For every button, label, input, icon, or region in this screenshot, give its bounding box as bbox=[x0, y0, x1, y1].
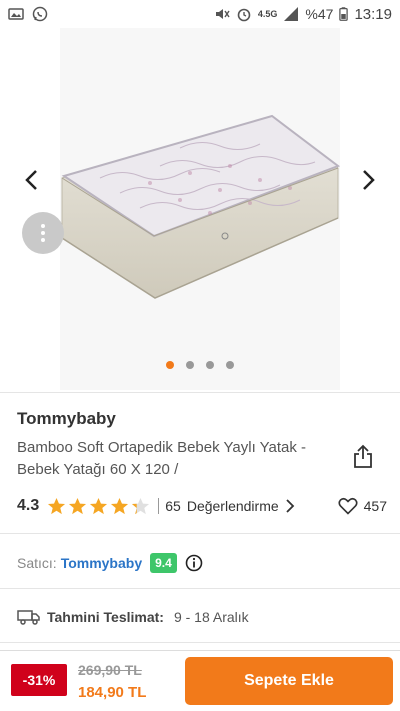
product-title: Bamboo Soft Ortapedik Bebek Yaylı Yatak … bbox=[17, 439, 307, 478]
divider bbox=[0, 588, 400, 589]
chevron-right-icon bbox=[363, 170, 375, 190]
divider bbox=[0, 392, 400, 393]
rating-value: 4.3 bbox=[17, 497, 40, 514]
share-icon[interactable] bbox=[350, 443, 376, 469]
discount-badge: -31% bbox=[11, 664, 67, 696]
review-count[interactable]: 65 bbox=[165, 498, 181, 514]
delivery-date: 9 - 18 Aralık bbox=[173, 609, 249, 625]
more-dot-icon bbox=[41, 224, 45, 228]
seller-row: Satıcı: Tommybaby 9.4 bbox=[17, 551, 203, 575]
chevron-right-icon[interactable] bbox=[285, 499, 295, 513]
pagination-dot-4[interactable] bbox=[226, 361, 234, 369]
pagination-dot-1[interactable] bbox=[166, 361, 174, 369]
divider bbox=[0, 642, 400, 643]
more-dot-icon bbox=[41, 238, 45, 242]
gallery-icon bbox=[8, 8, 24, 20]
rating-row: 4.3 65 Değerlendirme 457 bbox=[17, 494, 387, 518]
seller-score-badge: 9.4 bbox=[150, 553, 177, 573]
more-dot-icon bbox=[41, 231, 45, 235]
more-options-button[interactable] bbox=[22, 212, 64, 254]
separator bbox=[158, 498, 160, 514]
alarm-icon bbox=[237, 8, 251, 22]
star-full-icon bbox=[69, 497, 87, 514]
old-price: 269,90 TL bbox=[78, 662, 142, 678]
star-full-icon bbox=[90, 497, 108, 514]
heart-icon bbox=[338, 497, 358, 515]
carousel-pagination bbox=[0, 361, 400, 369]
pagination-dot-3[interactable] bbox=[206, 361, 214, 369]
star-partial-icon bbox=[132, 497, 150, 514]
bottom-bar: -31% 269,90 TL 184,90 TL Sepete Ekle bbox=[0, 650, 400, 711]
previous-image-button[interactable] bbox=[14, 163, 48, 197]
mute-icon bbox=[215, 9, 230, 19]
star-full-icon bbox=[111, 497, 129, 514]
product-image[interactable] bbox=[60, 88, 350, 308]
truck-icon bbox=[17, 610, 40, 625]
chevron-left-icon bbox=[25, 170, 37, 190]
add-to-cart-button[interactable]: Sepete Ekle bbox=[185, 657, 393, 705]
status-bar: 4.5G %47 13:19 bbox=[0, 0, 400, 28]
favorite-button[interactable]: 457 bbox=[338, 497, 387, 515]
favorite-count: 457 bbox=[363, 498, 387, 514]
seller-label: Satıcı: bbox=[17, 555, 57, 571]
signal-icon bbox=[284, 7, 299, 21]
clock: 13:19 bbox=[354, 5, 392, 23]
delivery-row: Tahmini Teslimat: 9 - 18 Aralık bbox=[17, 605, 249, 629]
star-rating bbox=[47, 497, 150, 516]
delivery-label: Tahmini Teslimat: bbox=[47, 609, 164, 625]
current-price: 184,90 TL bbox=[78, 684, 147, 701]
battery-percent: %47 bbox=[305, 6, 334, 22]
seller-link[interactable]: Tommybaby bbox=[61, 555, 142, 571]
star-full-icon bbox=[48, 497, 66, 514]
reviews-link[interactable]: Değerlendirme bbox=[187, 498, 279, 514]
info-icon[interactable] bbox=[185, 554, 203, 572]
divider bbox=[0, 533, 400, 534]
next-image-button[interactable] bbox=[352, 163, 386, 197]
battery-icon bbox=[339, 7, 349, 21]
brand-name[interactable]: Tommybaby bbox=[17, 409, 116, 429]
image-carousel[interactable] bbox=[0, 28, 400, 390]
network-type: 4.5G bbox=[257, 9, 278, 19]
whatsapp-icon bbox=[32, 6, 48, 22]
pagination-dot-2[interactable] bbox=[186, 361, 194, 369]
